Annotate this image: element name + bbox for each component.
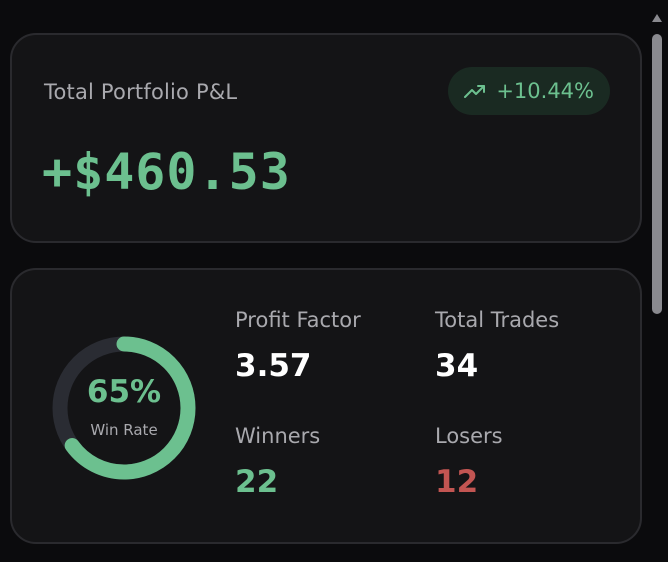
losers-label: Losers [435, 424, 503, 448]
profit-factor-value: 3.57 [235, 348, 312, 384]
losers-stat: Losers 12 [435, 424, 503, 500]
total-trades-value: 34 [435, 348, 479, 384]
portfolio-pnl-card: Total Portfolio P&L +10.44% +$460.53 [10, 33, 642, 243]
win-rate-ring: 65% Win Rate [50, 334, 198, 482]
profit-factor-stat: Profit Factor 3.57 [235, 308, 361, 384]
pnl-value: +$460.53 [42, 143, 291, 201]
winners-value: 22 [235, 464, 279, 500]
profit-factor-label: Profit Factor [235, 308, 361, 332]
win-rate-percent: 65% [86, 374, 162, 410]
trending-up-icon [464, 83, 486, 99]
losers-value: 12 [435, 464, 479, 500]
scroll-up-arrow-icon[interactable] [652, 14, 662, 22]
winners-label: Winners [235, 424, 321, 448]
winners-stat: Winners 22 [235, 424, 320, 500]
vertical-scrollbar[interactable] [652, 14, 662, 554]
pnl-label: Total Portfolio P&L [44, 80, 238, 104]
trade-stats-card: 65% Win Rate Profit Factor 3.57 Total Tr… [10, 268, 642, 544]
pnl-change-percent: +10.44% [496, 79, 594, 103]
win-rate-caption: Win Rate [90, 421, 158, 439]
total-trades-label: Total Trades [435, 308, 560, 332]
app-viewport: Total Portfolio P&L +10.44% +$460.53 65%… [0, 0, 668, 562]
pnl-change-badge: +10.44% [448, 67, 610, 115]
total-trades-stat: Total Trades 34 [435, 308, 559, 384]
scrollbar-thumb[interactable] [652, 34, 662, 314]
